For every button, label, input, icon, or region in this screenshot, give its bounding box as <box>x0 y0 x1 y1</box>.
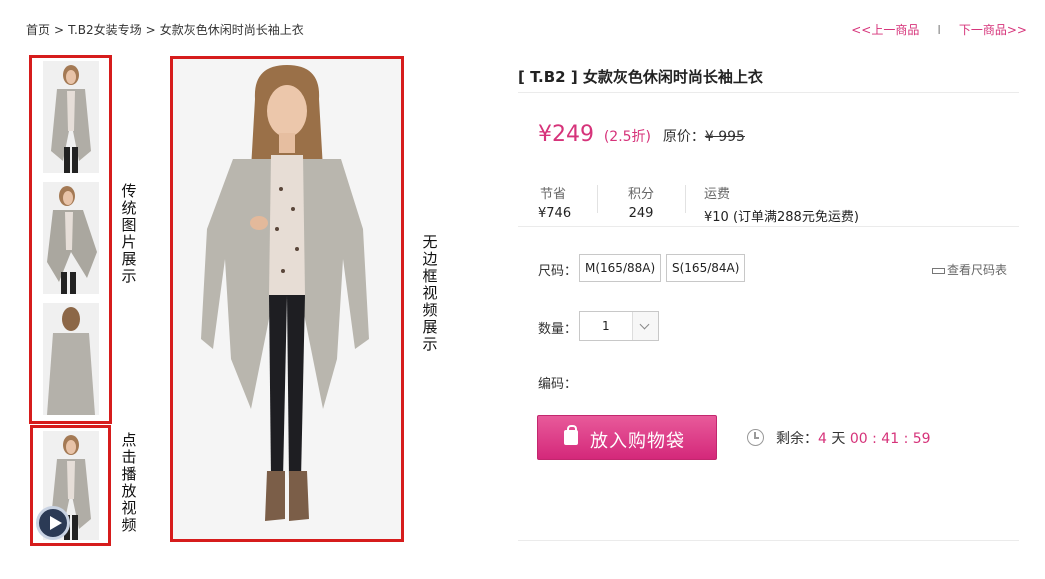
clock-icon <box>747 429 764 446</box>
original-price: ¥ 995 <box>704 129 745 145</box>
ruler-icon <box>931 267 945 274</box>
countdown-hours: 00 <box>849 431 868 447</box>
quantity-select[interactable]: 1 <box>579 311 659 341</box>
quantity-value: 1 <box>602 319 610 333</box>
size-option-m[interactable]: M(165/88A) <box>579 254 662 282</box>
next-product-link[interactable]: 下一商品>> <box>959 23 1027 37</box>
thumbnail-back[interactable] <box>43 303 99 415</box>
countdown-label: 剩余： <box>776 431 818 447</box>
breadcrumb-current: 女款灰色休闲时尚长袖上衣 <box>159 23 304 37</box>
sale-price: ¥249 <box>538 122 594 147</box>
stat-divider <box>685 185 686 213</box>
stat-divider <box>597 185 598 213</box>
stat-label: 节省 <box>539 187 566 202</box>
add-to-cart-button[interactable]: 放入购物袋 <box>537 415 717 460</box>
stat-points: 积分 249 <box>626 183 656 221</box>
breadcrumb-home[interactable]: 首页 <box>26 23 50 37</box>
size-label: 尺码： <box>538 264 578 279</box>
stat-value: ¥746 <box>538 206 572 221</box>
thumbnail-list <box>29 55 112 424</box>
size-guide-link[interactable]: 查看尺码表 <box>931 261 1007 278</box>
video-thumbnail[interactable] <box>30 425 111 546</box>
play-icon[interactable] <box>36 506 70 540</box>
main-product-image[interactable] <box>170 56 404 542</box>
nav-divider: I <box>937 23 941 37</box>
thumbnail-front[interactable] <box>43 61 99 173</box>
thumbnail-side[interactable] <box>43 182 99 294</box>
stat-shipping: 运费 ¥10 (订单满288元免运费) <box>704 183 859 225</box>
product-title: [ T.B2 ] 女款灰色休闲时尚长袖上衣 <box>518 68 763 86</box>
countdown-colon: : <box>903 431 909 447</box>
price-row: ¥249 (2.5折) 原价：¥ 995 <box>538 122 745 147</box>
video-label: 点击播放视频 <box>121 431 137 534</box>
code-label: 编码： <box>538 377 578 392</box>
breadcrumb-separator: > <box>54 23 65 37</box>
stat-value: 249 <box>628 206 654 221</box>
discount-badge: (2.5折) <box>603 129 652 145</box>
original-price-label: 原价： <box>662 129 705 145</box>
countdown-minutes: 41 <box>881 431 900 447</box>
stat-label: 积分 <box>627 187 654 202</box>
stat-savings: 节省 ¥746 <box>538 183 572 221</box>
size-guide-label: 查看尺码表 <box>946 263 1007 277</box>
breadcrumb: 首页 > T.B2女装专场 > 女款灰色休闲时尚长袖上衣 <box>26 21 304 38</box>
countdown-days: 4 <box>818 431 827 447</box>
shopping-bag-icon <box>564 425 578 445</box>
divider <box>518 540 1019 541</box>
stat-value: ¥10 (订单满288元免运费) <box>704 210 859 225</box>
add-to-cart-label: 放入购物袋 <box>590 431 685 452</box>
size-option-s[interactable]: S(165/84A) <box>666 254 746 282</box>
breadcrumb-separator: > <box>145 23 156 37</box>
countdown-colon: : <box>872 431 877 447</box>
main-image-label: 无边框视频展示 <box>422 233 438 353</box>
breadcrumb-category[interactable]: T.B2女装专场 <box>68 23 142 37</box>
chevron-down-icon[interactable] <box>632 312 658 340</box>
divider <box>518 226 1019 227</box>
divider <box>518 92 1019 93</box>
prev-product-link[interactable]: <<上一商品 <box>851 23 919 37</box>
product-nav: <<上一商品 I 下一商品>> <box>851 21 1027 38</box>
thumbnail-label: 传统图片展示 <box>121 182 137 285</box>
countdown-day-unit: 天 <box>831 431 846 447</box>
countdown-seconds: 59 <box>912 431 931 447</box>
stat-label: 运费 <box>704 187 731 202</box>
countdown-timer: 剩余：4 天 00 : 41 : 59 <box>747 428 931 448</box>
quantity-label: 数量： <box>538 322 578 337</box>
